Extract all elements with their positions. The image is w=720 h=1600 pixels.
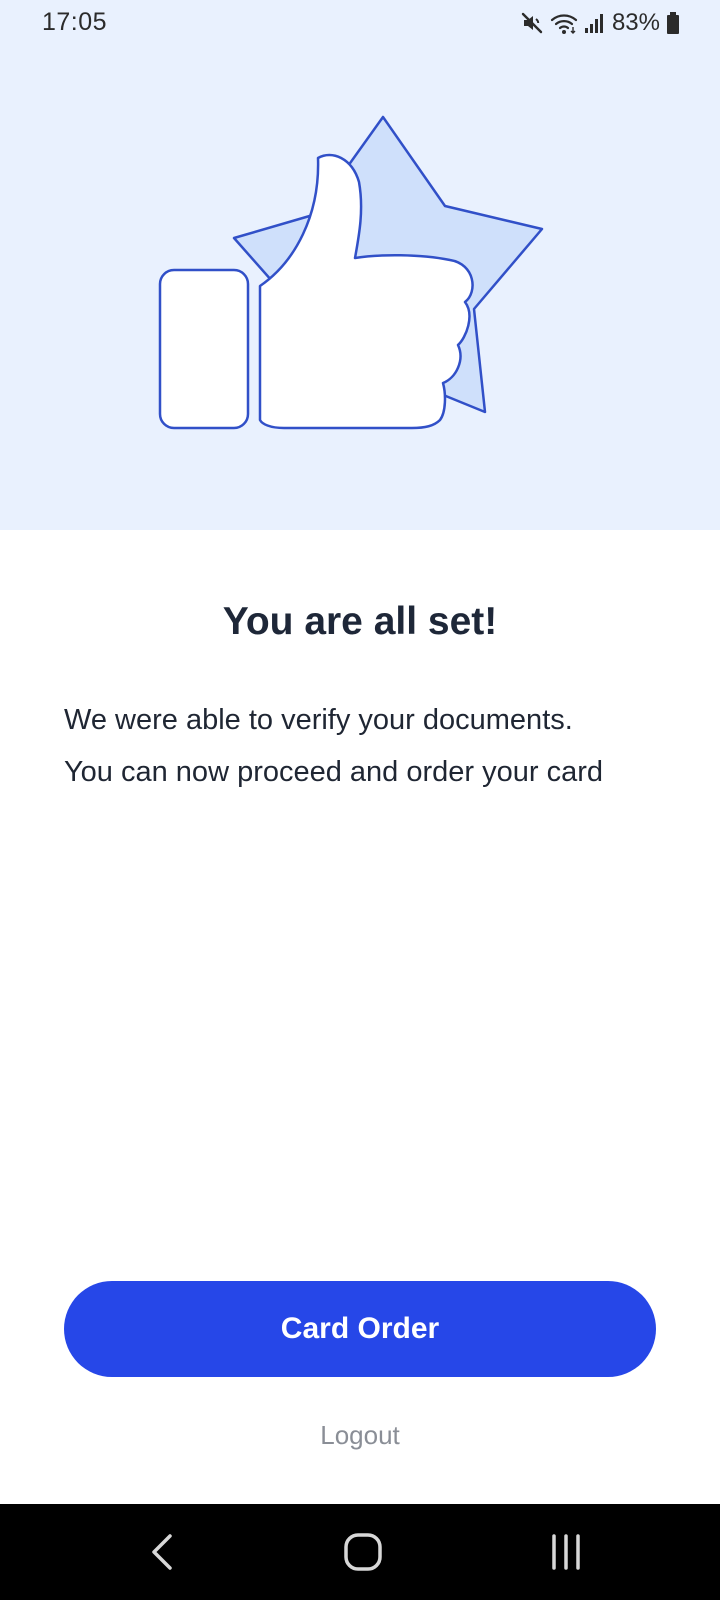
hero-banner: 17:05 83%: [0, 0, 720, 530]
home-icon[interactable]: [333, 1524, 393, 1580]
description-line-1: We were able to verify your documents.: [64, 704, 573, 736]
wifi-icon: [550, 11, 578, 35]
thumbs-up-star-illustration: [158, 115, 544, 430]
recents-icon[interactable]: [536, 1524, 596, 1580]
description-line-2: You can now proceed and order your card: [64, 756, 604, 788]
page-title: You are all set!: [222, 600, 498, 643]
system-nav-bar: [0, 1504, 720, 1600]
card-order-button[interactable]: Card Order: [64, 1281, 656, 1377]
success-screen: 17:05 83% You are all set! We were able …: [0, 0, 720, 1600]
battery-percentage: 83%: [611, 9, 660, 36]
mute-icon: [520, 11, 544, 35]
battery-icon: [666, 11, 680, 35]
logout-link[interactable]: Logout: [0, 1420, 720, 1451]
description: We were able to verify your documents. Y…: [64, 694, 684, 798]
status-bar: 17:05 83%: [0, 0, 720, 46]
back-icon[interactable]: [132, 1524, 192, 1580]
status-icons: 83%: [520, 8, 680, 38]
signal-icon: [584, 11, 606, 35]
status-time: 17:05: [42, 8, 108, 36]
